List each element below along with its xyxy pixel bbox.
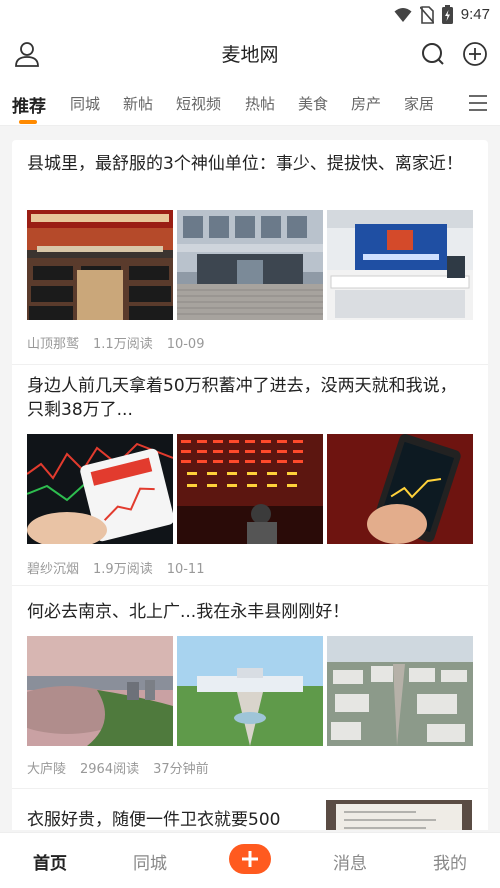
status-bar: 9:47 [0, 0, 500, 28]
no-sim-icon [419, 5, 434, 24]
article-title[interactable]: 县城里，最舒服的3个神仙单位：事少、提拔快、离家近！ [27, 152, 467, 176]
service-counter-photo[interactable] [327, 210, 473, 320]
nav-home[interactable]: 首页 [10, 849, 90, 874]
status-icons: 9:47 [394, 5, 490, 24]
tab-short-video[interactable]: 短视频 [176, 93, 221, 114]
search-icon [422, 43, 444, 65]
tab-hot-posts[interactable]: 热帖 [245, 93, 275, 114]
menu-icon [469, 95, 487, 111]
article-title[interactable]: 何必去南京、北上广...我在永丰县刚刚好！ [27, 600, 467, 624]
divider [12, 585, 488, 586]
article-time: 37分钟前 [153, 762, 209, 777]
article-title[interactable]: 衣服好贵，随便一件卫衣就要500 [27, 808, 317, 830]
tab-housing[interactable]: 房产 [351, 93, 381, 114]
tab-menu-button[interactable] [468, 94, 488, 112]
clothing-label-photo[interactable] [326, 800, 472, 830]
article-reads: 1.1万阅读 [93, 337, 153, 352]
add-circle-icon [463, 42, 487, 66]
city-square-photo[interactable] [177, 636, 323, 746]
app-header: 麦地网 [0, 28, 500, 80]
article-meta: 山顶那鹫 1.1万阅读 10-09 [27, 333, 218, 352]
tab-fade [430, 80, 460, 124]
article-meta: 大庐陵 2964阅读 37分钟前 [27, 758, 223, 777]
nav-messages[interactable]: 消息 [310, 849, 390, 874]
riverside-city-photo[interactable] [27, 636, 173, 746]
government-building-photo[interactable] [177, 210, 323, 320]
wifi-icon [394, 7, 412, 22]
article-author[interactable]: 大庐陵 [27, 762, 66, 777]
active-tab-indicator [19, 120, 37, 124]
article-feed: 县城里，最舒服的3个神仙单位：事少、提拔快、离家近！ 山顶那鹫 1.1万阅读 1… [12, 140, 488, 830]
article-thumbnails [27, 210, 473, 320]
tab-food[interactable]: 美食 [298, 93, 328, 114]
article-card[interactable]: 县城里，最舒服的3个神仙单位：事少、提拔快、离家近！ 山顶那鹫 1.1万阅读 1… [12, 152, 488, 364]
phone-stock-chart-photo[interactable] [27, 434, 173, 544]
nav-local[interactable]: 同城 [110, 849, 190, 874]
article-card[interactable]: 衣服好贵，随便一件卫衣就要500 [12, 800, 488, 830]
search-button[interactable] [420, 41, 446, 67]
nav-mine[interactable]: 我的 [410, 849, 490, 874]
article-thumbnails [27, 434, 473, 544]
plus-icon [242, 851, 258, 867]
article-card[interactable]: 身边人前几天拿着50万积蓄冲了进去，没两天就和我说，只剩38万了... 碧纱沉烟… [12, 374, 488, 577]
article-reads: 2964阅读 [80, 762, 140, 777]
battery-charging-icon [441, 5, 453, 24]
article-card[interactable]: 何必去南京、北上广...我在永丰县刚刚好！ 大庐陵 2964阅读 37分钟前 [12, 600, 488, 780]
divider [12, 788, 488, 789]
aerial-city-photo[interactable] [327, 636, 473, 746]
article-author[interactable]: 山顶那鹫 [27, 337, 79, 352]
divider [12, 364, 488, 365]
article-time: 10-11 [166, 562, 205, 577]
tab-new-posts[interactable]: 新帖 [123, 93, 153, 114]
tab-recommend[interactable]: 推荐 [12, 92, 46, 117]
category-tabs: 推荐 同城 新帖 短视频 热帖 美食 房产 家居 [0, 80, 500, 126]
tab-local[interactable]: 同城 [70, 93, 100, 114]
post-button[interactable] [229, 844, 271, 874]
stock-board-photo[interactable] [177, 434, 323, 544]
article-title[interactable]: 身边人前几天拿着50万积蓄冲了进去，没两天就和我说，只剩38万了... [27, 374, 467, 422]
article-reads: 1.9万阅读 [93, 562, 153, 577]
status-time: 9:47 [460, 6, 490, 23]
add-button[interactable] [462, 41, 488, 67]
article-author[interactable]: 碧纱沉烟 [27, 562, 79, 577]
hand-phone-chart-photo[interactable] [327, 434, 473, 544]
article-time: 10-09 [166, 337, 205, 352]
bottom-nav: 首页 同城 消息 我的 [0, 832, 500, 888]
article-meta: 碧纱沉烟 1.9万阅读 10-11 [27, 558, 218, 577]
meeting-hall-photo[interactable] [27, 210, 173, 320]
article-thumbnails [27, 636, 473, 746]
